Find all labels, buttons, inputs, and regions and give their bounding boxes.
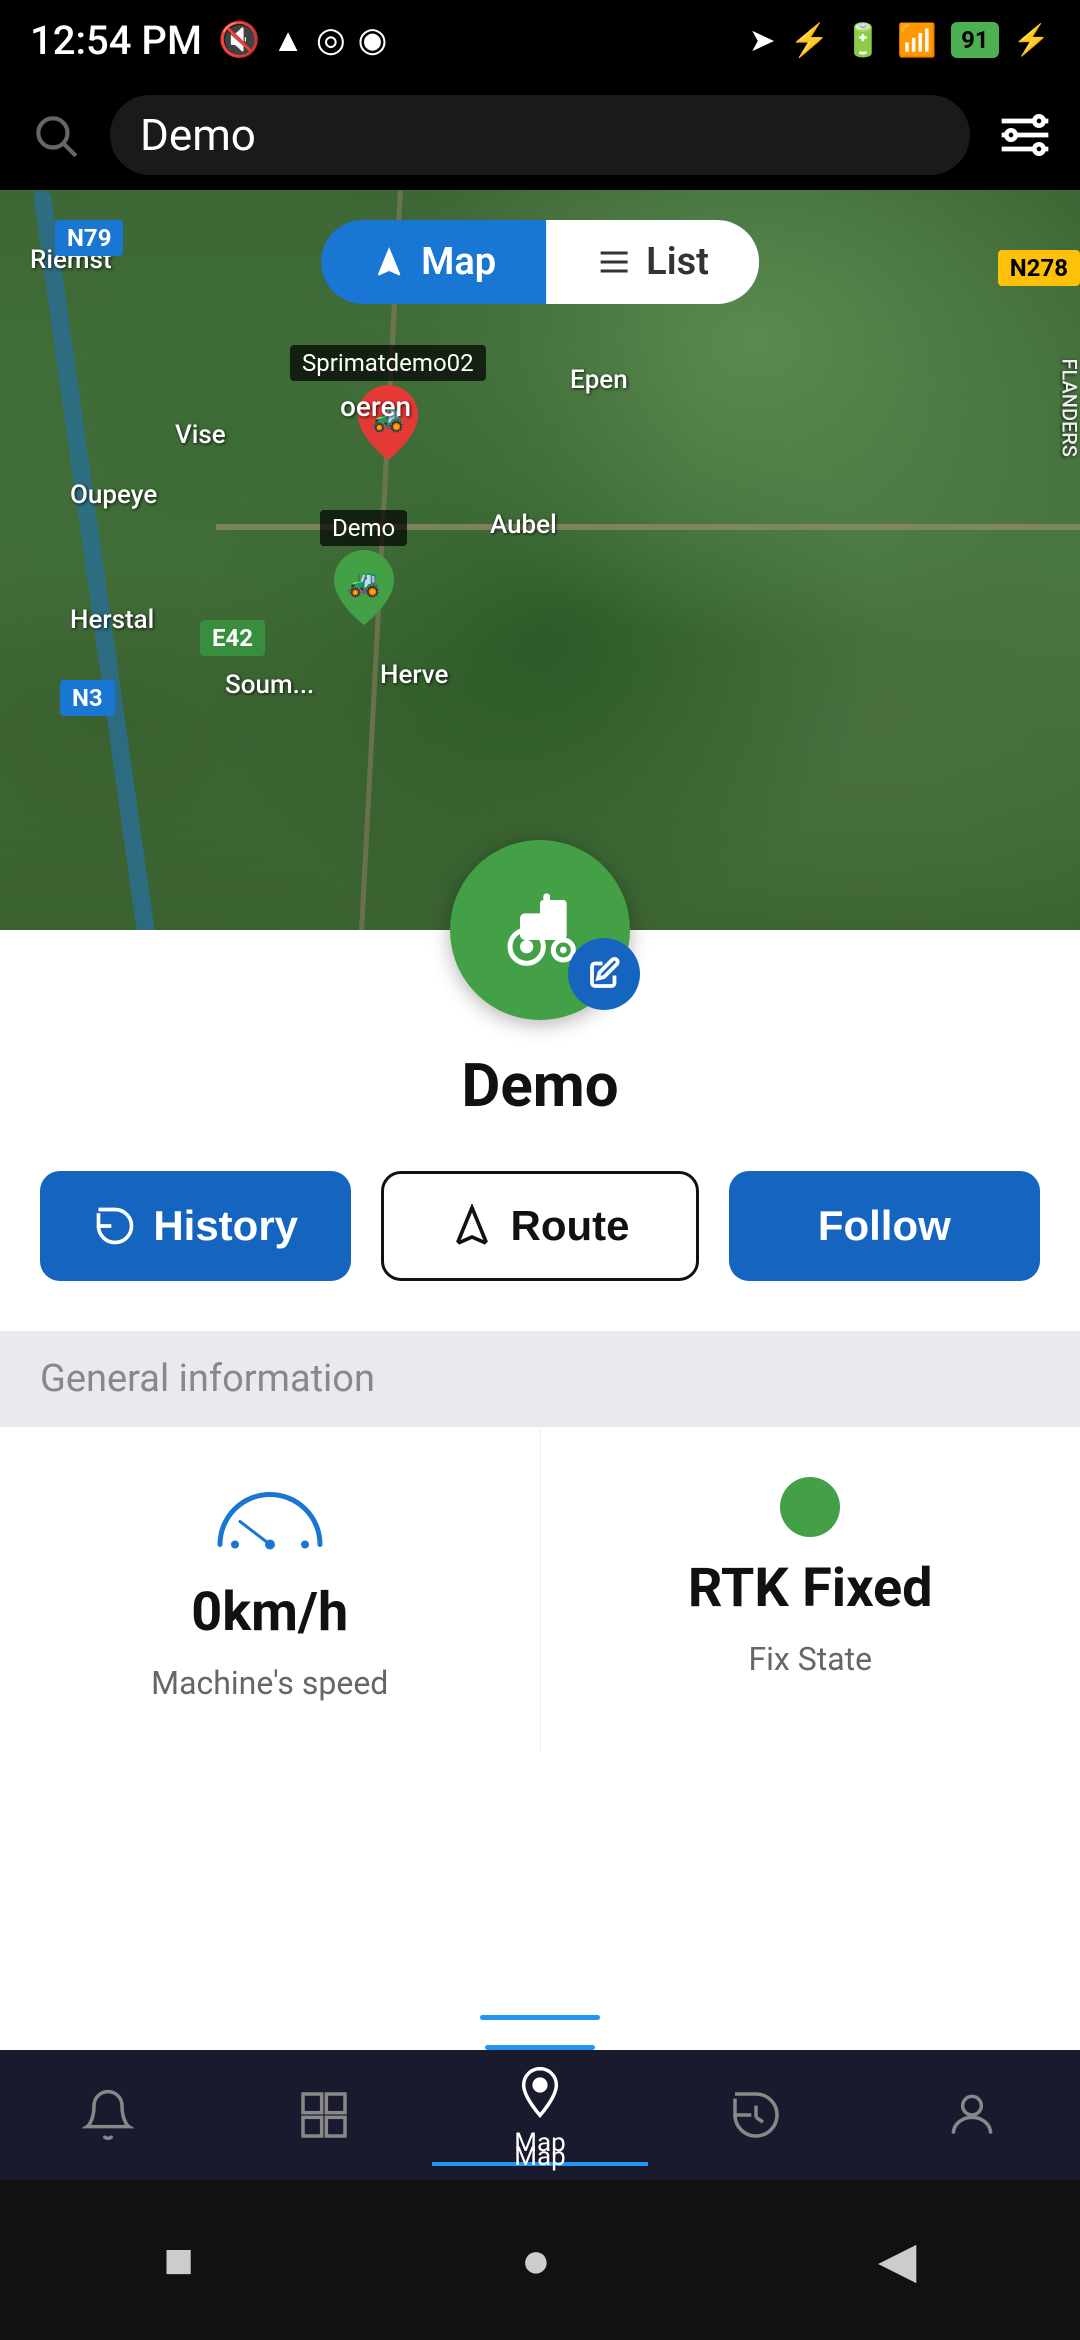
map-label-herstal: Herstal (70, 605, 154, 635)
map-badge-n79: N79 (55, 220, 123, 256)
map-label-herve: Herve (380, 660, 448, 690)
speedometer-icon (210, 1477, 330, 1561)
speed-value: 0km/h (191, 1581, 348, 1644)
map-badge-n3: N3 (60, 680, 115, 716)
speed-card: 0km/h Machine's speed (0, 1427, 541, 1752)
map-label-epen: Epen (570, 365, 628, 395)
history-button-label: History (153, 1202, 298, 1250)
follow-button-label: Follow (818, 1202, 951, 1250)
status-bar: 12:54 PM 🔇 ▲ ◎ ◉ ➤ ⚡ 🔋 📶 91 ⚡ (0, 0, 1080, 80)
map-label-soum: Soum... (225, 670, 314, 700)
marker-demo[interactable]: Demo 🚜 (320, 510, 407, 620)
search-button[interactable] (20, 100, 90, 170)
status-icons-left: 🔇 ▲ ◎ ◉ (218, 20, 387, 60)
circle-icon: ◉ (358, 20, 388, 60)
list-tab[interactable]: List (546, 220, 759, 304)
nav-item-history[interactable] (648, 2087, 864, 2143)
map-list-toggle[interactable]: Map List (321, 220, 759, 304)
marker-label-sprimatdemo02: Sprimatdemo02 (290, 345, 486, 381)
charging-icon: ⚡ (1013, 23, 1050, 58)
bluetooth-icon: ⚡ (790, 21, 830, 59)
rtk-status-dot (780, 1477, 840, 1537)
map-label-flanders: FLANDERS (1058, 358, 1080, 457)
nav-item-shapes[interactable] (216, 2087, 432, 2143)
map-label-oupeye: Oupeye (70, 480, 157, 510)
android-nav-bar: ■ ● ◀ (0, 2180, 1080, 2340)
nav-item-notifications[interactable] (0, 2087, 216, 2143)
target-icon: ◎ (316, 20, 346, 60)
nav-active-underline (485, 2045, 595, 2050)
device-name: Demo (0, 1050, 1080, 1121)
map-tab-label: Map (421, 240, 496, 284)
search-value[interactable]: Demo (140, 109, 256, 161)
battery-level: 91 (951, 22, 999, 58)
android-home-button[interactable]: ● (521, 2231, 551, 2290)
nav-map-text: Map (514, 2142, 565, 2172)
map-tab[interactable]: Map (321, 220, 546, 304)
map-terrain (0, 190, 1080, 950)
route-button[interactable]: Route (381, 1171, 698, 1281)
history-button[interactable]: History (40, 1171, 351, 1281)
follow-button[interactable]: Follow (729, 1171, 1040, 1281)
map-label-aubel: Aubel (490, 510, 557, 540)
navigation-icon: ▲ (272, 21, 304, 59)
status-time: 12:54 PM (30, 17, 202, 64)
status-icons-right: ➤ ⚡ 🔋 📶 91 ⚡ (749, 21, 1050, 59)
marker-label-demo: Demo (320, 510, 407, 546)
map-label-voeren: oeren (340, 390, 411, 423)
edit-badge[interactable] (568, 938, 640, 1010)
map-badge-e42: E42 (200, 620, 265, 656)
android-stop-button[interactable]: ■ (164, 2231, 194, 2290)
location-arrow-icon: ➤ (749, 21, 776, 59)
rtk-label: Fix State (748, 1640, 872, 1678)
info-cards: 0km/h Machine's speed RTK Fixed Fix Stat… (0, 1427, 1080, 1752)
rtk-card: RTK Fixed Fix State (541, 1427, 1080, 1752)
nav-active-indicator (480, 2015, 600, 2020)
map-label-vise: Vise (175, 420, 226, 450)
speed-label: Machine's speed (151, 1664, 388, 1702)
android-back-button[interactable]: ◀ (878, 2231, 916, 2290)
search-input-box[interactable]: Demo (110, 95, 970, 175)
map-background: Riemst Gulpen Vise Oupeye Aubel Herstal … (0, 190, 1080, 950)
general-info-header: General information (0, 1331, 1080, 1427)
map-area[interactable]: Riemst Gulpen Vise Oupeye Aubel Herstal … (0, 190, 1080, 950)
marker-pin-demo: 🚜 (334, 550, 394, 620)
filter-button[interactable] (990, 100, 1060, 170)
wifi-icon: 📶 (897, 21, 937, 59)
mute-icon: 🔇 (218, 20, 260, 60)
route-button-label: Route (510, 1202, 629, 1250)
rtk-value: RTK Fixed (688, 1557, 933, 1620)
tractor-avatar[interactable] (450, 840, 630, 1020)
battery-outline-icon: 🔋 (843, 21, 883, 59)
general-info-title: General information (40, 1357, 375, 1401)
svg-text:🚜: 🚜 (347, 567, 381, 599)
action-buttons: History Route Follow (40, 1171, 1040, 1281)
map-badge-n278: N278 (998, 250, 1080, 286)
list-tab-label: List (646, 240, 709, 284)
nav-item-profile[interactable] (864, 2087, 1080, 2143)
search-bar: Demo (0, 80, 1080, 190)
status-left: 12:54 PM 🔇 ▲ ◎ ◉ (30, 17, 387, 64)
